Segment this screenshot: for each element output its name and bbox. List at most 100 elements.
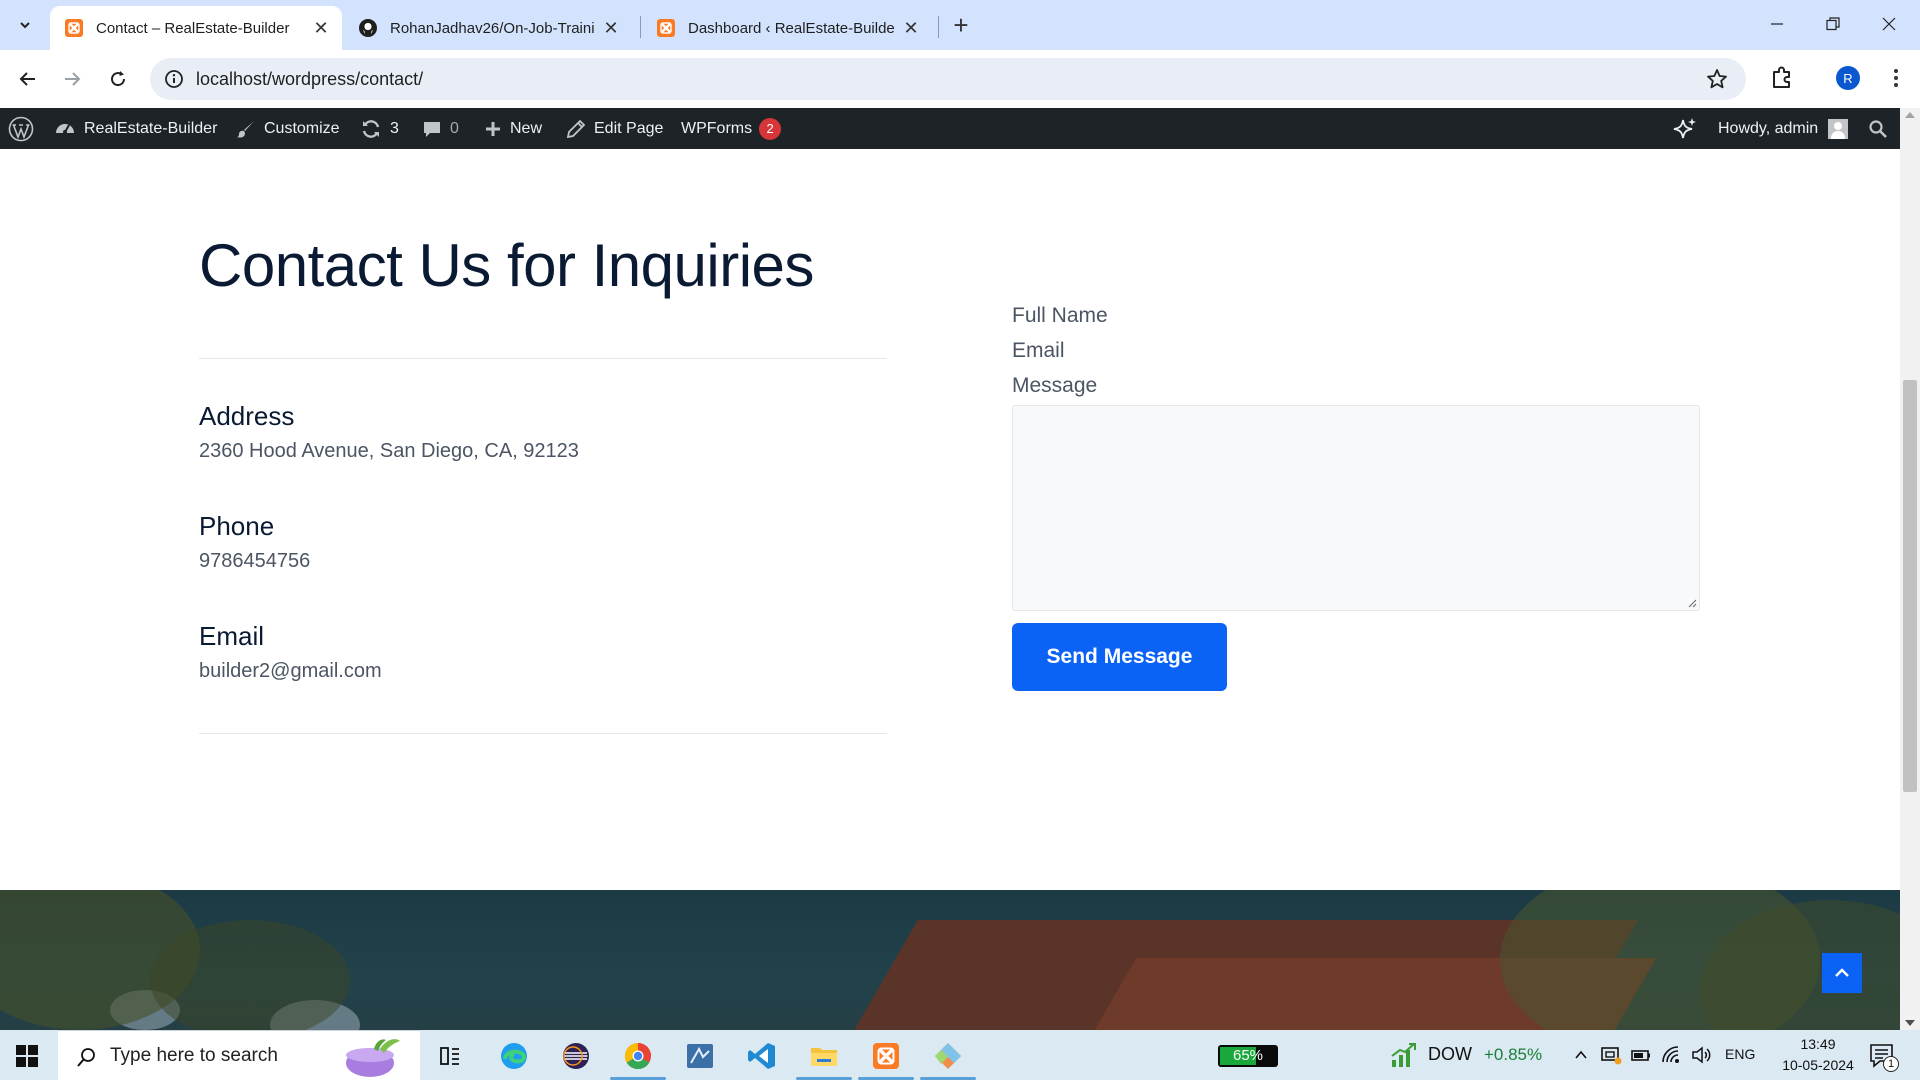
tab-title: Contact – RealEstate-Builder [96, 19, 290, 37]
tab-close-icon[interactable]: ✕ [600, 17, 622, 39]
minimize-button[interactable] [1754, 8, 1800, 40]
admin-avatar [1828, 118, 1849, 139]
browser-menu-icon[interactable] [1884, 64, 1908, 92]
taskbar-search-placeholder: Type here to search [110, 1045, 278, 1066]
admin-search-button[interactable] [1868, 108, 1888, 149]
address-text: 2360 Hood Avenue, San Diego, CA, 92123 [199, 440, 579, 462]
site-name-menu[interactable]: RealEstate-Builder [54, 108, 217, 149]
plus-icon [486, 121, 500, 136]
restore-button[interactable] [1810, 8, 1856, 40]
input-language[interactable]: ENG [1725, 1046, 1755, 1062]
eclipse-app-button[interactable] [558, 1038, 594, 1074]
close-window-button[interactable] [1866, 8, 1912, 40]
send-message-button[interactable]: Send Message [1012, 623, 1227, 691]
scroll-down-arrow-icon[interactable] [1905, 1020, 1915, 1026]
battery-icon [1631, 1050, 1650, 1061]
stock-name[interactable]: DOW [1428, 1044, 1472, 1065]
wifi-icon [1662, 1046, 1679, 1063]
device-status-icon [1601, 1047, 1622, 1065]
device-tray-button[interactable] [1600, 1044, 1622, 1066]
chrome-app-button[interactable] [620, 1038, 656, 1074]
volume-tray-button[interactable] [1690, 1044, 1712, 1066]
url-text[interactable]: localhost/wordpress/contact/ [196, 69, 423, 90]
tab-close-icon[interactable]: ✕ [310, 17, 332, 39]
folder-icon [811, 1048, 837, 1066]
speaker-volume-icon [1692, 1046, 1711, 1064]
back-button[interactable] [12, 63, 44, 95]
bookmark-star-icon[interactable] [1706, 68, 1728, 90]
notification-count-badge: 1 [1883, 1056, 1899, 1072]
message-textarea[interactable] [1012, 405, 1700, 611]
full-name-label: Full Name [1012, 304, 1108, 327]
task-view-button[interactable] [432, 1038, 468, 1074]
stock-change[interactable]: +0.85% [1484, 1045, 1542, 1065]
xampp-icon [873, 1043, 899, 1069]
show-hidden-icons-button[interactable] [1570, 1044, 1592, 1066]
reload-icon [111, 71, 126, 87]
profile-avatar[interactable]: R [1836, 66, 1860, 90]
scroll-up-arrow-icon[interactable] [1905, 112, 1915, 118]
git-app-button[interactable] [930, 1038, 966, 1074]
email-text[interactable]: builder2@gmail.com [199, 660, 382, 683]
minimize-icon [1771, 23, 1783, 25]
xampp-icon [657, 19, 675, 37]
updates-link[interactable]: 3 [360, 108, 399, 149]
wpforms-label: WPForms [681, 119, 753, 137]
xampp-app-button[interactable] [868, 1038, 904, 1074]
site-info-icon[interactable] [164, 69, 184, 89]
close-icon [1882, 17, 1896, 31]
clock-date[interactable]: 10-05-2024 [1768, 1057, 1868, 1073]
battery-widget[interactable]: 65% [1218, 1045, 1278, 1067]
wp-admin-bar: RealEstate-Builder Customize 3 0 New Edi… [0, 108, 1900, 149]
new-tab-button[interactable]: + [948, 10, 974, 40]
reload-button[interactable] [102, 63, 134, 95]
tab-github[interactable]: RohanJadhav26/On-Job-Trainin ✕ [344, 6, 632, 50]
address-heading: Address [199, 401, 295, 431]
github-icon [359, 19, 377, 37]
new-content-menu[interactable]: New [484, 108, 542, 149]
page-scrollbar[interactable] [1900, 108, 1920, 1030]
comments-link[interactable]: 0 [422, 108, 459, 149]
edit-page-link[interactable]: Edit Page [566, 108, 663, 149]
tab-separator [640, 16, 641, 38]
edit-page-label: Edit Page [594, 119, 664, 137]
ai-sparkle-button[interactable] [1672, 108, 1698, 149]
scrollbar-thumb[interactable] [1903, 380, 1917, 792]
task-view-icon [440, 1047, 459, 1065]
clock-time[interactable]: 13:49 [1786, 1036, 1850, 1052]
wpforms-menu[interactable]: WPForms 2 [681, 108, 782, 149]
taskbar-search-box[interactable]: Type here to search [58, 1030, 420, 1080]
sql-developer-app-button[interactable] [682, 1038, 718, 1074]
vscode-app-button[interactable] [744, 1038, 780, 1074]
wpforms-notification-badge: 2 [759, 117, 782, 140]
page-title: Contact Us for Inquiries [199, 232, 814, 299]
tab-contact[interactable]: Contact – RealEstate-Builder ✕ [50, 6, 342, 50]
xampp-icon [65, 19, 83, 37]
stock-chart-icon[interactable] [1390, 1042, 1418, 1068]
phone-heading: Phone [199, 511, 275, 541]
tab-dashboard[interactable]: Dashboard ‹ RealEstate-Builder ✕ [642, 6, 932, 50]
search-icon [77, 1048, 95, 1067]
windows-start-icon[interactable] [16, 1045, 38, 1067]
tab-search-button[interactable] [10, 10, 40, 40]
address-bar[interactable]: localhost/wordpress/contact/ [150, 58, 1746, 100]
file-explorer-app-button[interactable] [806, 1038, 842, 1074]
wordpress-logo-menu[interactable] [8, 108, 34, 149]
customize-link[interactable]: Customize [236, 108, 340, 149]
tab-close-icon[interactable]: ✕ [900, 17, 922, 39]
edge-app-button[interactable] [496, 1038, 532, 1074]
my-account-menu[interactable]: Howdy, admin [1718, 108, 1849, 149]
updates-refresh-icon [362, 119, 380, 138]
restore-icon [1826, 17, 1840, 31]
network-tray-button[interactable] [1660, 1044, 1682, 1066]
forward-button[interactable] [56, 63, 88, 95]
battery-tray-button[interactable] [1630, 1044, 1652, 1066]
back-to-top-button[interactable] [1822, 953, 1862, 993]
email-heading: Email [199, 621, 265, 651]
chevron-up-icon [1835, 968, 1849, 977]
phone-text: 9786454756 [199, 550, 311, 572]
comments-count: 0 [450, 119, 459, 137]
resize-handle-icon[interactable] [1687, 598, 1697, 608]
extensions-icon[interactable] [1768, 64, 1796, 92]
tab-title: Dashboard ‹ RealEstate-Builder [688, 19, 894, 37]
